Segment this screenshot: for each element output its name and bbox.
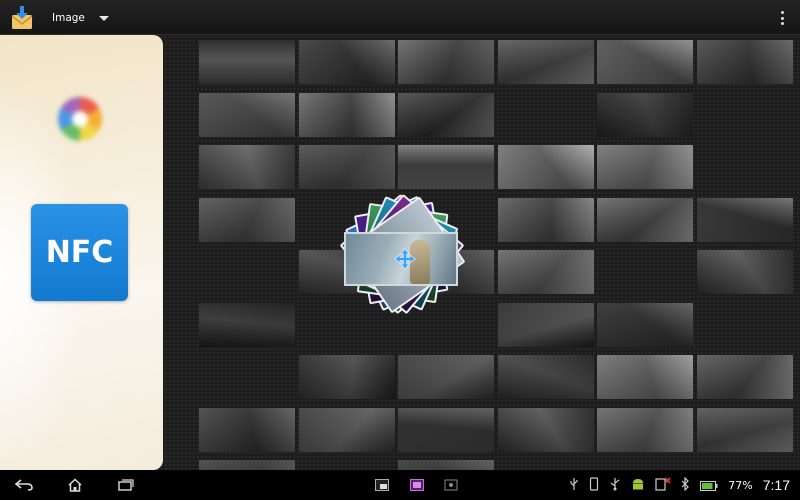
thumbnail-image[interactable] bbox=[398, 355, 494, 399]
battery-percent: 77% bbox=[728, 478, 753, 492]
thumbnail-image[interactable] bbox=[696, 355, 793, 399]
small-app-2-icon[interactable] bbox=[407, 475, 427, 495]
thumbnail-image[interactable] bbox=[497, 302, 594, 347]
usb-icon bbox=[569, 476, 579, 495]
clock: 7:17 bbox=[762, 477, 790, 493]
nfc-icon[interactable]: NFC bbox=[31, 204, 128, 301]
bluetooth-icon bbox=[681, 476, 690, 495]
thumbnail-image[interactable] bbox=[298, 92, 395, 137]
action-bar: Image bbox=[0, 0, 800, 35]
thumbnail-image[interactable] bbox=[497, 250, 594, 294]
usb-debug-icon bbox=[609, 476, 621, 495]
screen: Image NFC 77% 7:17 bbox=[0, 0, 800, 500]
content-type-spinner[interactable]: Image bbox=[44, 6, 117, 30]
share-download-icon[interactable] bbox=[10, 5, 34, 31]
small-app-1-icon[interactable] bbox=[372, 475, 392, 495]
thumbnail-image[interactable] bbox=[696, 40, 793, 84]
thumbnail-image[interactable] bbox=[199, 197, 295, 242]
thumbnail-image[interactable] bbox=[597, 40, 693, 84]
thumbnail-image[interactable] bbox=[398, 40, 494, 84]
status-area[interactable]: 77% 7:17 bbox=[569, 470, 790, 500]
home-icon[interactable] bbox=[64, 475, 86, 495]
thumbnail-image[interactable] bbox=[696, 197, 793, 242]
recent-apps-icon[interactable] bbox=[115, 475, 137, 495]
thumbnail-image[interactable] bbox=[597, 355, 693, 399]
thumbnail-image[interactable] bbox=[199, 40, 295, 84]
thumbnail-image[interactable] bbox=[696, 407, 793, 452]
thumbnail-image[interactable] bbox=[398, 92, 494, 137]
thumbnail-image[interactable] bbox=[298, 355, 395, 399]
share-target-panel: NFC bbox=[0, 35, 163, 470]
thumbnail-image[interactable] bbox=[497, 355, 594, 399]
picasa-icon[interactable] bbox=[58, 97, 102, 141]
thumbnail-image[interactable] bbox=[497, 40, 594, 84]
move-arrows-icon bbox=[394, 248, 416, 270]
system-nav-bar: 77% 7:17 bbox=[0, 470, 800, 500]
thumbnail-image[interactable] bbox=[199, 407, 295, 452]
gallery-area: NFC bbox=[0, 35, 800, 500]
nfc-label: NFC bbox=[45, 235, 114, 270]
thumbnail-image[interactable] bbox=[199, 302, 295, 347]
chevron-down-icon bbox=[98, 15, 109, 21]
spinner-label: Image bbox=[52, 12, 85, 24]
back-icon[interactable] bbox=[12, 475, 36, 495]
thumbnail-image[interactable] bbox=[298, 145, 395, 189]
thumbnail-image[interactable] bbox=[597, 145, 693, 189]
thumbnail-image[interactable] bbox=[298, 407, 395, 452]
android-icon bbox=[631, 476, 645, 495]
thumbnail-image[interactable] bbox=[597, 197, 693, 242]
thumbnail-image[interactable] bbox=[298, 40, 395, 84]
thumbnail-image[interactable] bbox=[497, 197, 594, 242]
thumbnail-image[interactable] bbox=[597, 92, 693, 137]
overflow-menu-icon[interactable] bbox=[778, 9, 786, 27]
dragged-image-stack[interactable] bbox=[339, 190, 466, 315]
thumbnail-image[interactable] bbox=[398, 407, 494, 452]
no-sim-icon bbox=[655, 476, 671, 495]
thumbnail-image[interactable] bbox=[696, 250, 793, 294]
thumbnail-image[interactable] bbox=[199, 92, 295, 137]
drag-preview-image bbox=[344, 232, 458, 286]
thumbnail-image[interactable] bbox=[597, 302, 693, 347]
thumbnail-image[interactable] bbox=[199, 145, 295, 189]
thumbnail-image[interactable] bbox=[497, 407, 594, 452]
small-app-3-icon[interactable] bbox=[441, 475, 461, 495]
thumbnail-image[interactable] bbox=[597, 407, 693, 452]
phone-icon bbox=[589, 476, 599, 495]
thumbnail-image[interactable] bbox=[398, 145, 494, 189]
thumbnail-image[interactable] bbox=[497, 145, 594, 189]
battery-icon bbox=[700, 476, 718, 495]
